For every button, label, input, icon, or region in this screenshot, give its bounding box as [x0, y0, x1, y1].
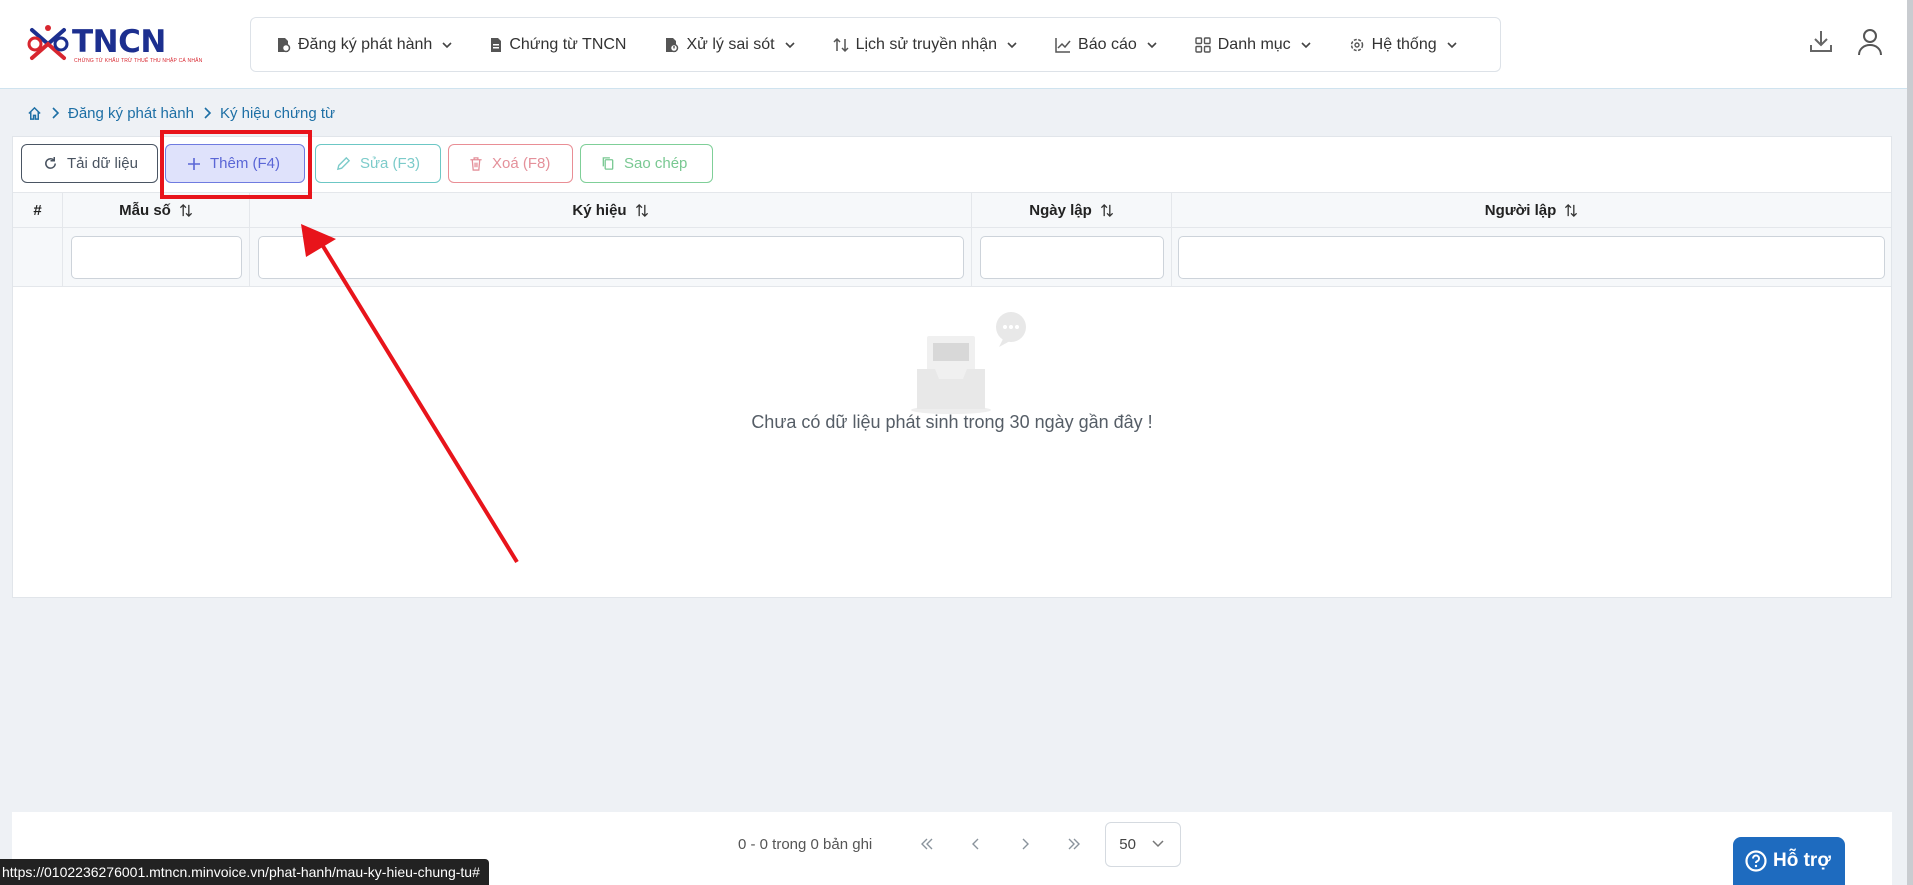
- menu-label: Danh mục: [1217, 35, 1291, 53]
- empty-inbox-icon: [911, 312, 1026, 414]
- filter-mau-so-input[interactable]: [70, 235, 242, 279]
- breadcrumb-dang-ky-phat-hanh[interactable]: Đăng ký phát hành: [68, 105, 194, 122]
- page-size-select[interactable]: 50: [1105, 821, 1182, 867]
- refresh-icon: [45, 156, 56, 169]
- pagination-info: 0 - 0 trong 0 bản ghi: [738, 835, 873, 853]
- menu-item-lich-su-truyen-nhan[interactable]: Lịch sử truyền nhận: [833, 36, 1018, 54]
- gear-icon: [1350, 38, 1363, 51]
- user-icon[interactable]: [1857, 28, 1883, 56]
- column-title: Mẫu số: [119, 201, 171, 219]
- logo-subtitle: CHỨNG TỪ KHẤU TRỪ THUẾ THU NHẬP CÁ NHÂN: [74, 58, 203, 64]
- sort-icon[interactable]: [1100, 203, 1114, 218]
- window-scrollbar[interactable]: [1907, 0, 1913, 885]
- menu-label: Chứng từ TNCN: [509, 35, 627, 53]
- edit-label: Sửa (F3): [360, 155, 421, 172]
- toolbar: Tải dữ liệu Thêm (F4) Sửa (F3) Xoá (F8) …: [21, 144, 720, 183]
- menu-label: Xử lý sai sót: [686, 35, 775, 53]
- logo-text: TNCN: [72, 24, 166, 60]
- filter-cell-index: [13, 228, 63, 286]
- copy-label: Sao chép: [624, 155, 688, 172]
- column-title: Ký hiệu: [572, 201, 627, 219]
- file-gear-icon: [278, 37, 291, 52]
- menu-label: Đăng ký phát hành: [298, 35, 433, 53]
- logo-mark-icon: [27, 25, 69, 60]
- menu-item-chung-tu-tncn[interactable]: Chứng từ TNCN: [490, 36, 626, 54]
- menu-item-danh-muc[interactable]: Danh mục: [1195, 36, 1312, 54]
- chevron-down-icon: [1152, 840, 1164, 848]
- filter-cell-ngay-lap: [972, 228, 1172, 286]
- page-size-value: 50: [1119, 835, 1136, 853]
- transfer-arrows-icon: [833, 37, 849, 52]
- chevron-down-icon: [1301, 41, 1311, 48]
- double-chevron-right-icon: [1068, 838, 1080, 850]
- menu-item-dang-ky-phat-hanh[interactable]: Đăng ký phát hành: [275, 36, 453, 54]
- first-page-button[interactable]: [902, 838, 951, 850]
- file-alert-icon: [666, 37, 679, 52]
- chevron-right-icon: [202, 106, 212, 120]
- support-button[interactable]: Hỗ trợ: [1733, 837, 1845, 885]
- chevron-right-icon: [1022, 838, 1029, 850]
- sort-icon[interactable]: [635, 203, 649, 218]
- delete-button[interactable]: Xoá (F8): [448, 144, 573, 183]
- top-header: TNCN CHỨNG TỪ KHẤU TRỪ THUẾ THU NHẬP CÁ …: [0, 0, 1907, 89]
- menu-label: Hệ thống: [1371, 35, 1437, 53]
- menu-item-bao-cao[interactable]: Báo cáo: [1055, 36, 1158, 54]
- home-icon[interactable]: [27, 106, 42, 121]
- double-chevron-left-icon: [920, 838, 933, 850]
- column-header-index: #: [13, 193, 63, 227]
- sort-icon[interactable]: [1564, 203, 1578, 218]
- help-circle-icon: [1745, 850, 1767, 872]
- reload-button[interactable]: Tải dữ liệu: [21, 144, 158, 183]
- column-title: Người lập: [1484, 201, 1557, 219]
- edit-button[interactable]: Sửa (F3): [315, 144, 441, 183]
- column-header-nguoi-lap[interactable]: Người lập: [1172, 193, 1891, 227]
- filter-cell-mau-so: [63, 228, 250, 286]
- column-title: Ngày lập: [1029, 201, 1092, 219]
- chevron-left-icon: [971, 838, 979, 850]
- filter-cell-nguoi-lap: [1172, 228, 1891, 286]
- copy-button[interactable]: Sao chép: [580, 144, 713, 183]
- breadcrumb-ky-hieu-chung-tu[interactable]: Ký hiệu chứng từ: [220, 105, 335, 122]
- main-menu: Đăng ký phát hành Chứng từ TNCN Xử lý sa…: [250, 17, 1501, 72]
- status-bar-url: https://0102236276001.mtncn.minvoice.vn/…: [0, 859, 489, 885]
- menu-label: Báo cáo: [1078, 35, 1137, 53]
- menu-item-xu-ly-sai-sot[interactable]: Xử lý sai sót: [663, 36, 795, 54]
- next-page-button[interactable]: [1000, 838, 1049, 850]
- filter-nguoi-lap-input[interactable]: [1178, 235, 1885, 279]
- reload-label: Tải dữ liệu: [67, 155, 138, 172]
- prev-page-button[interactable]: [951, 838, 1000, 850]
- trash-icon: [470, 157, 482, 171]
- document-icon: [491, 37, 502, 52]
- chevron-down-icon: [784, 41, 795, 48]
- chevron-down-icon: [442, 41, 452, 48]
- column-header-ngay-lap[interactable]: Ngày lập: [972, 193, 1172, 227]
- line-chart-icon: [1055, 37, 1071, 53]
- chevron-down-icon: [1007, 41, 1017, 48]
- breadcrumb: Đăng ký phát hành Ký hiệu chứng từ: [27, 102, 335, 124]
- chevron-down-icon: [1147, 41, 1157, 48]
- filter-ngay-lap-input[interactable]: [979, 235, 1164, 279]
- last-page-button[interactable]: [1049, 838, 1098, 850]
- support-label: Hỗ trợ: [1773, 850, 1831, 871]
- pencil-icon: [336, 156, 351, 171]
- download-icon[interactable]: [1808, 28, 1834, 54]
- menu-label: Lịch sử truyền nhận: [855, 35, 998, 53]
- chevron-down-icon: [1447, 41, 1457, 48]
- menu-item-he-thong[interactable]: Hệ thống: [1349, 36, 1458, 54]
- chevron-right-icon: [50, 106, 60, 120]
- annotation-arrow-icon: [301, 224, 519, 564]
- sort-icon[interactable]: [179, 203, 193, 218]
- delete-label: Xoá (F8): [492, 155, 551, 172]
- annotation-highlight-box: [160, 130, 312, 199]
- pager: 0 - 0 trong 0 bản ghi 50: [738, 821, 1182, 867]
- column-title: #: [33, 201, 42, 219]
- copy-icon: [602, 157, 614, 170]
- grid-icon: [1195, 36, 1211, 53]
- logo[interactable]: TNCN CHỨNG TỪ KHẤU TRỪ THUẾ THU NHẬP CÁ …: [26, 22, 202, 66]
